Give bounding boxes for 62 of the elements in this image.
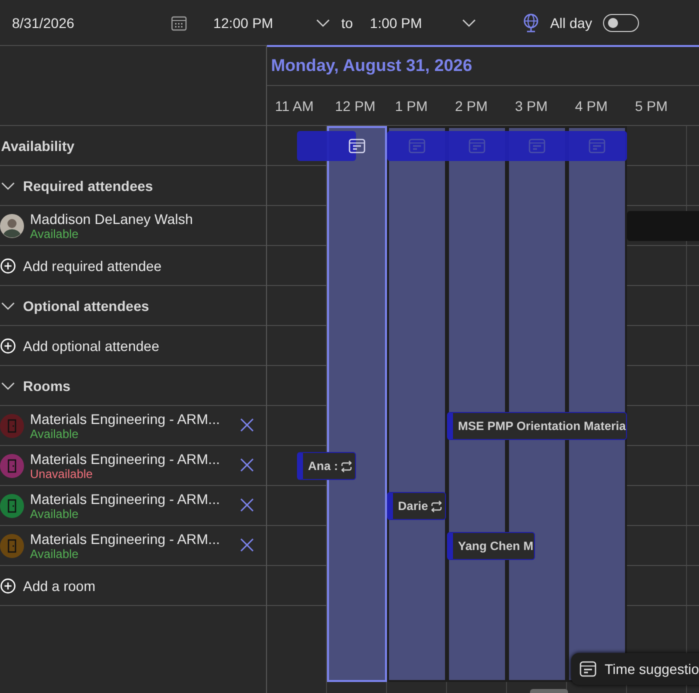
hour-label: 4 PM [575, 98, 608, 114]
recurring-icon [429, 500, 444, 512]
chevron-down-icon[interactable] [316, 18, 330, 26]
date-field[interactable]: 8/31/2026 [12, 14, 74, 30]
availability-status: Available [30, 546, 80, 560]
add-link[interactable]: Add optional attendee [23, 338, 160, 354]
calendar-event[interactable]: Darie [387, 492, 446, 520]
end-time-field[interactable]: 1:00 PM [370, 14, 422, 30]
hour-label: 12 PM [335, 98, 376, 114]
add-link[interactable]: Add required attendee [23, 258, 162, 274]
calendar-event[interactable]: Yang Chen M [447, 532, 535, 560]
chevron-down-icon[interactable] [462, 18, 476, 26]
remove-button[interactable] [240, 498, 254, 512]
group-heading[interactable]: Required attendees [23, 178, 153, 194]
calendar-icon [348, 138, 366, 154]
room-name: Materials Engineering - ARM... [30, 450, 220, 466]
room-name: Materials Engineering - ARM... [30, 410, 220, 426]
calendar-event[interactable]: MSE PMP Orientation Materia [447, 412, 627, 440]
calendar-icon [588, 138, 606, 154]
availability-status: Available [30, 226, 80, 240]
room-name: Materials Engineering - ARM... [30, 530, 220, 546]
add-link[interactable]: Add a room [23, 578, 96, 594]
event-title: Ana : [308, 459, 338, 473]
hour-label: 11 AM [275, 98, 314, 114]
calendar-icon [578, 660, 597, 678]
event-title: MSE PMP Orientation Materia [458, 419, 626, 433]
time-suggestions-button[interactable]: Time suggestio [570, 653, 699, 685]
attendee-name: Maddison DeLaney Walsh [30, 210, 193, 226]
busy-bar [297, 131, 356, 161]
hour-label: 1 PM [395, 98, 428, 114]
add-icon[interactable] [0, 338, 16, 354]
start-time-field[interactable]: 12:00 PM [213, 14, 274, 30]
to-label: to [341, 14, 353, 30]
remove-button[interactable] [240, 538, 254, 552]
section-heading: Availability [1, 138, 74, 154]
availability-status: Available [30, 506, 80, 520]
room-name: Materials Engineering - ARM... [30, 490, 220, 506]
calendar-icon [468, 138, 486, 154]
remove-button[interactable] [240, 418, 254, 432]
day-header: Monday, August 31, 2026 [271, 56, 472, 76]
calendar-icon[interactable] [170, 14, 188, 32]
availability-status: Unavailable [30, 466, 93, 480]
globe-icon[interactable] [522, 12, 540, 32]
calendar-icon [528, 138, 546, 154]
event-title: Yang Chen M [458, 539, 534, 553]
all-day-toggle[interactable] [603, 14, 640, 32]
hour-label: 5 PM [635, 98, 668, 114]
group-heading[interactable]: Rooms [23, 378, 70, 394]
all-day-label: All day [550, 14, 592, 30]
event-title: Darie [398, 499, 428, 513]
remove-button[interactable] [240, 458, 254, 472]
hour-label: 3 PM [515, 98, 548, 114]
recurring-icon [339, 460, 354, 472]
busy-block [627, 211, 699, 241]
calendar-icon [408, 138, 426, 154]
availability-status: Available [30, 426, 80, 440]
group-heading[interactable]: Optional attendees [23, 298, 150, 314]
hour-label: 2 PM [455, 98, 488, 114]
avatar-icon [0, 214, 24, 238]
add-icon[interactable] [0, 578, 16, 594]
calendar-event[interactable]: Ana : [297, 452, 356, 480]
add-icon[interactable] [0, 258, 16, 274]
